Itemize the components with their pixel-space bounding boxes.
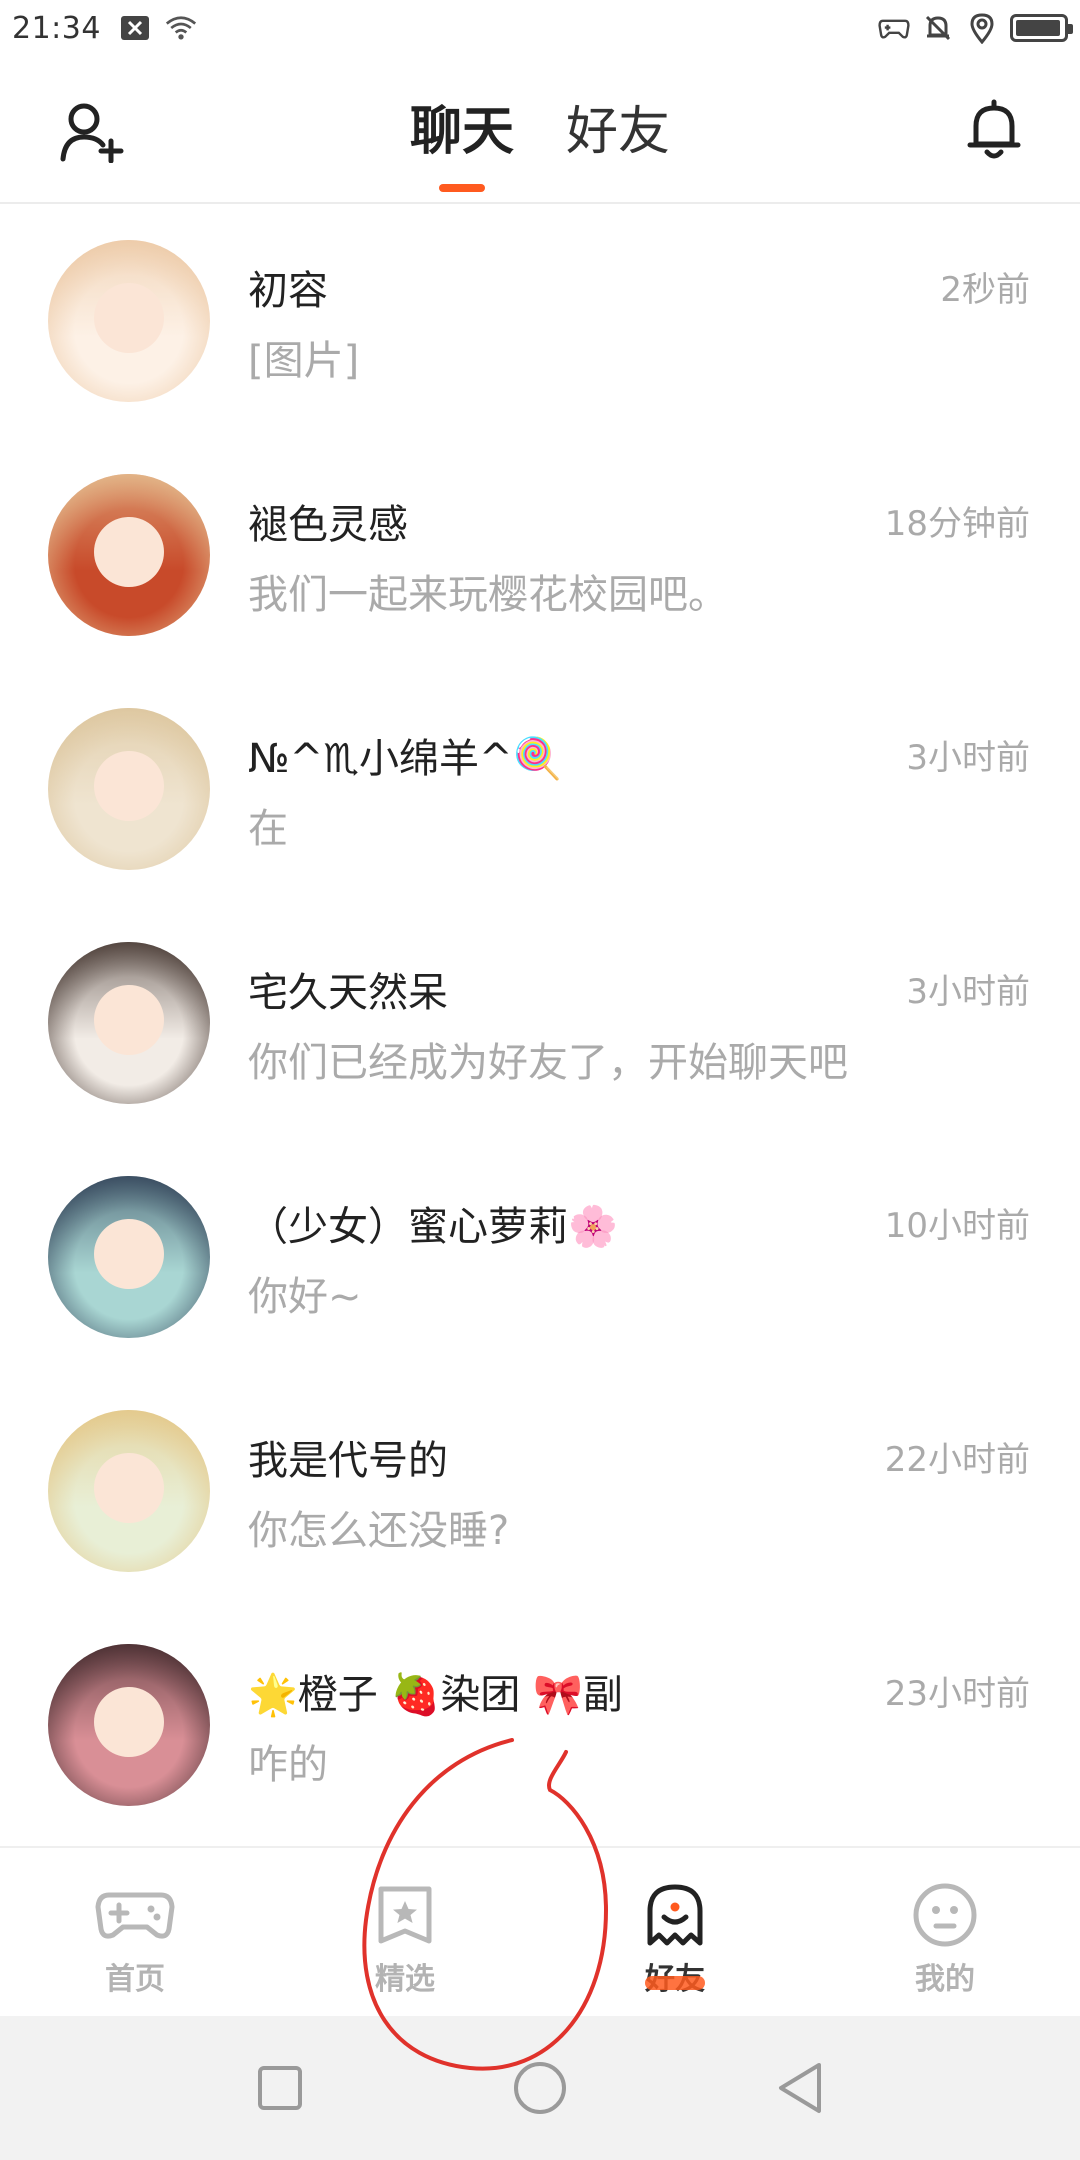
chat-list: 初容 [图片] 2秒前 褪色灵感 我们一起来玩樱花校园吧。 18分钟前 №^♏小…: [0, 204, 1080, 1842]
tab-friends[interactable]: 好友: [566, 92, 670, 172]
nav-label-me: 我的: [915, 1962, 975, 1997]
chat-row[interactable]: 宅久天然呆 你们已经成为好友了，开始聊天吧 3小时前: [0, 906, 1080, 1140]
battery-fill: [1016, 20, 1060, 36]
nav-item-featured[interactable]: 精选: [270, 1848, 540, 2016]
chat-name: №^♏小绵羊^🍭: [248, 736, 563, 782]
chat-row[interactable]: 初容 [图片] 2秒前: [0, 204, 1080, 438]
nav-item-friends[interactable]: 好友: [540, 1848, 810, 2016]
gamepad-icon: [878, 12, 910, 44]
status-time: 21:34: [12, 10, 101, 46]
nav-item-home[interactable]: 首页: [0, 1848, 270, 2016]
chat-time: 18分钟前: [884, 504, 1030, 544]
close-box-icon: [119, 12, 151, 44]
chat-row[interactable]: （少女）蜜心萝莉🌸 你好~ 10小时前: [0, 1140, 1080, 1374]
chat-name: 宅久天然呆: [248, 970, 448, 1016]
chat-tabs: 聊天 好友: [0, 92, 1080, 192]
chat-row[interactable]: 褪色灵感 我们一起来玩樱花校园吧。 18分钟前: [0, 438, 1080, 672]
chat-name: 初容: [248, 268, 328, 314]
gamepad-icon: [95, 1880, 175, 1950]
nav-item-me[interactable]: 我的: [810, 1848, 1080, 2016]
nav-active-indicator: [645, 1976, 705, 1990]
tab-friends-label: 好友: [566, 102, 671, 162]
chat-preview: 你怎么还没睡?: [248, 1508, 510, 1554]
system-nav-bar: [0, 2016, 1080, 2160]
bell-icon: [967, 99, 1021, 159]
chat-preview: 咋的: [248, 1742, 328, 1788]
chat-row[interactable]: 🌟橙子 🍓染团 🎀副 咋的 23小时前: [0, 1608, 1080, 1842]
avatar[interactable]: [48, 1644, 210, 1806]
chat-name: 我是代号的: [248, 1438, 448, 1484]
chat-name: 褪色灵感: [248, 502, 408, 548]
notification-button[interactable]: [958, 94, 1030, 166]
ghost-icon: [635, 1880, 715, 1950]
smiley-icon: [905, 1880, 985, 1950]
chat-time: 23小时前: [884, 1674, 1030, 1714]
chat-preview: 你们已经成为好友了，开始聊天吧: [248, 1040, 848, 1086]
top-header: 聊天 好友: [0, 56, 1080, 204]
avatar[interactable]: [48, 1410, 210, 1572]
chat-row[interactable]: №^♏小绵羊^🍭 在 3小时前: [0, 672, 1080, 906]
battery-icon: [1010, 14, 1073, 42]
avatar[interactable]: [48, 708, 210, 870]
chat-time: 3小时前: [906, 738, 1030, 778]
avatar[interactable]: [48, 240, 210, 402]
bottom-nav: 首页 精选 好友 我的: [0, 1846, 1080, 2016]
chat-time: 3小时前: [906, 972, 1030, 1012]
chat-row[interactable]: 我是代号的 你怎么还没睡? 22小时前: [0, 1374, 1080, 1608]
chat-preview: 你好~: [248, 1274, 362, 1320]
wifi-icon: [165, 12, 197, 44]
nav-label-home: 首页: [105, 1962, 165, 1997]
chat-name: 🌟橙子 🍓染团 🎀副: [248, 1672, 623, 1718]
status-right-icons: [878, 12, 1073, 44]
avatar[interactable]: [48, 474, 210, 636]
status-left-icons: [119, 12, 197, 44]
tab-active-indicator: [438, 184, 485, 192]
bell-muted-icon: [922, 12, 954, 44]
home-circle-icon[interactable]: [510, 2058, 570, 2118]
chat-preview: [图片]: [248, 338, 360, 384]
recents-square-icon[interactable]: [250, 2058, 310, 2118]
tab-chat-label: 聊天: [409, 102, 514, 162]
chat-name: （少女）蜜心萝莉🌸: [248, 1204, 618, 1250]
nav-label-featured: 精选: [375, 1962, 435, 1997]
chat-preview: 在: [248, 806, 288, 852]
star-bookmark-icon: [365, 1880, 445, 1950]
tab-chat[interactable]: 聊天: [409, 92, 514, 192]
back-triangle-icon[interactable]: [770, 2058, 830, 2118]
chat-time: 22小时前: [884, 1440, 1030, 1480]
avatar[interactable]: [48, 942, 210, 1104]
chat-time: 10小时前: [884, 1206, 1030, 1246]
chat-preview: 我们一起来玩樱花校园吧。: [248, 572, 728, 618]
status-bar: 21:34: [0, 0, 1080, 56]
avatar[interactable]: [48, 1176, 210, 1338]
location-icon: [966, 12, 998, 44]
chat-time: 2秒前: [940, 270, 1030, 310]
